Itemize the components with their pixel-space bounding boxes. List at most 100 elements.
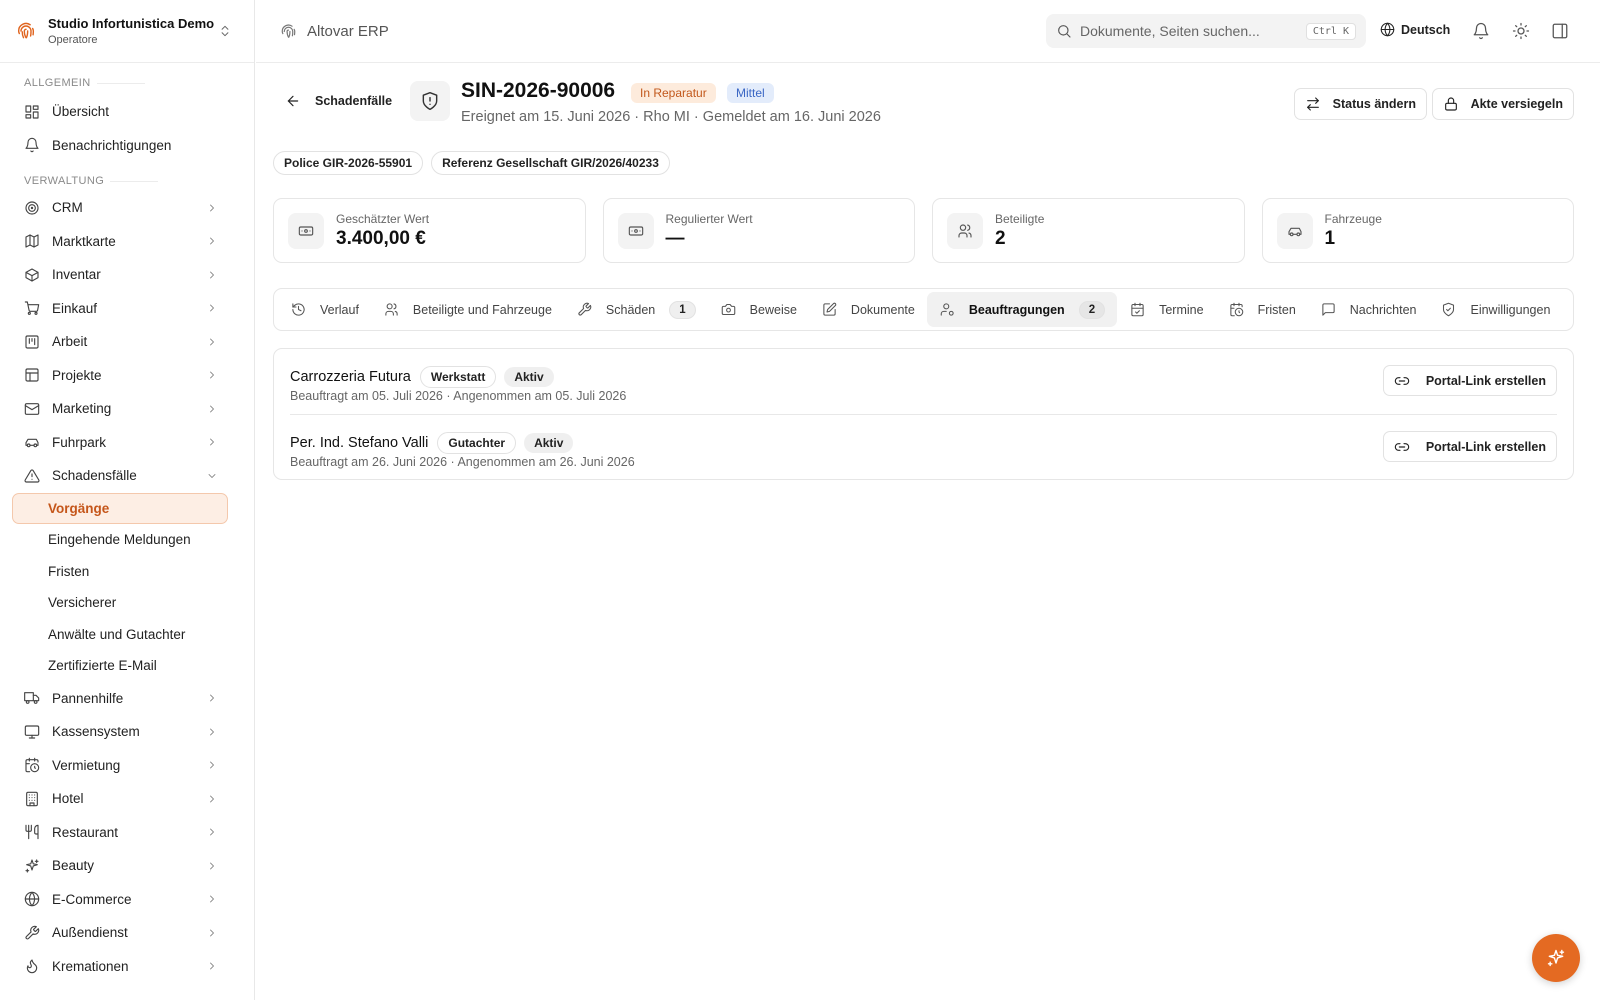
reference-chips: Police GIR-2026-55901 Referenz Gesellsch…: [273, 151, 670, 175]
sidebar-item-claims[interactable]: Schadensfälle: [0, 459, 254, 493]
sidebar-subitem-deadlines[interactable]: Fristen: [0, 556, 254, 588]
sidebar-item-overview[interactable]: Übersicht: [0, 95, 254, 129]
company-reference-chip[interactable]: Referenz Gesellschaft GIR/2026/40233: [431, 151, 670, 175]
sidebar-item-label: Schadensfälle: [52, 468, 137, 484]
arrow-left-icon: [287, 95, 299, 107]
stat-card-estimated-value: Geschätzter Wert 3.400,00 €: [273, 198, 586, 263]
sidebar-item-label: Restaurant: [52, 824, 119, 840]
shield-alert-icon: [422, 91, 438, 111]
stat-card-vehicles: Fahrzeuge 1: [1261, 198, 1574, 263]
chevron-right-icon: [210, 895, 214, 903]
bell-icon[interactable]: [1472, 22, 1490, 40]
car-icon-box: [1276, 212, 1313, 249]
role-badge: Gutachter: [437, 432, 517, 454]
cart-icon: [24, 301, 40, 316]
sidebar-item-roadside[interactable]: Pannenhilfe: [0, 682, 254, 716]
chevrons-up-down-icon: [221, 25, 229, 37]
sidebar-item-beauty[interactable]: Beauty: [0, 849, 254, 883]
ai-assistant-button[interactable]: [1532, 934, 1580, 982]
change-status-button[interactable]: Status ändern: [1293, 88, 1427, 120]
package-icon: [25, 268, 39, 282]
sidebar-item-fleet[interactable]: Fuhrpark: [0, 426, 254, 460]
search-placeholder: Dokumente, Seiten suchen...: [1080, 23, 1260, 39]
back-to-claims-link[interactable]: Schadenfälle: [285, 93, 392, 109]
sidebar-subitem-lawyers-experts[interactable]: Anwälte und Gutachter: [0, 619, 254, 651]
create-portal-link-button[interactable]: Portal-Link erstellen: [1382, 431, 1557, 462]
link-icon: [1394, 376, 1409, 385]
sidebar-item-label: Marketing: [52, 401, 112, 417]
tab-count-badge: 2: [1078, 300, 1106, 319]
sidebar-subitem-cases[interactable]: Vorgänge: [12, 492, 228, 524]
project-icon: [25, 368, 39, 382]
message-icon: [1322, 303, 1335, 316]
workspace-switcher[interactable]: Studio Infortunistica Demo Operatore: [0, 0, 254, 63]
seal-file-button[interactable]: Akte versiegeln: [1431, 88, 1574, 120]
sidebar-item-crm[interactable]: CRM: [0, 191, 254, 225]
dashboard-icon: [25, 105, 39, 119]
sidebar-item-projects[interactable]: Projekte: [0, 359, 254, 393]
sidebar-item-market-map[interactable]: Marktkarte: [0, 225, 254, 259]
state-badge: Aktiv: [504, 367, 554, 387]
sidebar-item-restaurant[interactable]: Restaurant: [0, 816, 254, 850]
sidebar-item-purchasing[interactable]: Einkauf: [0, 292, 254, 326]
banknote-icon-box: [288, 212, 324, 249]
sparkles-icon: [25, 859, 39, 873]
create-portal-link-button[interactable]: Portal-Link erstellen: [1382, 365, 1557, 396]
app-title: Altovar ERP: [280, 23, 389, 40]
tab-label: Verlauf: [320, 302, 359, 317]
chevron-right-icon: [210, 795, 214, 803]
sidebar-subitem-insurers[interactable]: Versicherer: [0, 587, 254, 619]
user-gear-icon: [940, 303, 954, 316]
chevron-right-icon: [210, 371, 214, 379]
assignment-title: Per. Ind. Stefano Valli Gutachter Aktiv: [290, 432, 581, 454]
stats-row: Geschätzter Wert 3.400,00 € Regulierter …: [273, 198, 1574, 263]
case-header: Schadenfälle SIN-2026-90006 In Reparatur…: [273, 63, 1574, 143]
tab-parties-vehicles[interactable]: Beteiligte und Fahrzeuge: [371, 292, 564, 327]
sidebar-item-label: E-Commerce: [52, 891, 132, 907]
tab-consents[interactable]: Einwilligungen: [1428, 292, 1562, 327]
sidebar-item-cremations[interactable]: Kremationen: [0, 950, 254, 984]
chevron-right-icon: [210, 338, 214, 346]
sparkles-icon: [1547, 949, 1565, 967]
policy-chip[interactable]: Police GIR-2026-55901: [273, 151, 424, 175]
sidebar-item-marketing[interactable]: Marketing: [0, 392, 254, 426]
sidebar-item-notifications[interactable]: Benachrichtigungen: [0, 129, 254, 163]
map-icon: [25, 234, 39, 248]
sidebar-item-field-service[interactable]: Außendienst: [0, 916, 254, 950]
sidebar-subitem-certified-email[interactable]: Zertifizierte E-Mail: [0, 650, 254, 682]
fingerprint-icon: [281, 23, 296, 38]
sidebar-item-inventory[interactable]: Inventar: [0, 258, 254, 292]
tab-damages[interactable]: Schäden 1: [564, 292, 708, 327]
car-icon: [25, 439, 39, 448]
sidebar-item-pos[interactable]: Kassensystem: [0, 715, 254, 749]
sidebar-item-label: Vermietung: [52, 757, 121, 773]
sidebar-item-ecommerce[interactable]: E-Commerce: [0, 883, 254, 917]
tab-assignments[interactable]: Beauftragungen 2: [926, 292, 1118, 327]
tab-evidence[interactable]: Beweise: [708, 292, 809, 327]
link-icon: [1394, 442, 1409, 451]
case-title: SIN-2026-90006: [461, 79, 616, 102]
sidebar-item-rental[interactable]: Vermietung: [0, 749, 254, 783]
sidebar-item-work[interactable]: Arbeit: [0, 325, 254, 359]
sidebar-item-hotel[interactable]: Hotel: [0, 782, 254, 816]
tab-history[interactable]: Verlauf: [278, 292, 371, 327]
search-input[interactable]: Dokumente, Seiten suchen... Ctrl K: [1046, 14, 1366, 48]
sun-icon[interactable]: [1512, 22, 1530, 40]
panel-toggle-icon[interactable]: [1551, 22, 1569, 40]
sidebar-item-label: CRM: [52, 200, 83, 216]
tab-appointments[interactable]: Termine: [1117, 292, 1215, 327]
section-heading-general: Allgemein: [0, 77, 254, 89]
chevron-right-icon: [210, 405, 214, 413]
swap-arrows-icon: [1306, 97, 1319, 111]
assignment-title: Carrozzeria Futura Werkstatt Aktiv: [290, 366, 562, 388]
sidebar-subitem-incoming-reports[interactable]: Eingehende Meldungen: [0, 524, 254, 556]
users-icon: [958, 223, 972, 238]
car-icon: [1287, 227, 1302, 236]
calendar-clock-icon: [25, 758, 40, 773]
monitor-icon: [24, 725, 40, 739]
tab-messages[interactable]: Nachrichten: [1308, 292, 1429, 327]
tab-documents[interactable]: Dokumente: [809, 292, 927, 327]
tab-deadlines[interactable]: Fristen: [1216, 292, 1308, 327]
language-switcher[interactable]: Deutsch: [1380, 22, 1450, 37]
stat-value: 1: [1324, 227, 1336, 249]
